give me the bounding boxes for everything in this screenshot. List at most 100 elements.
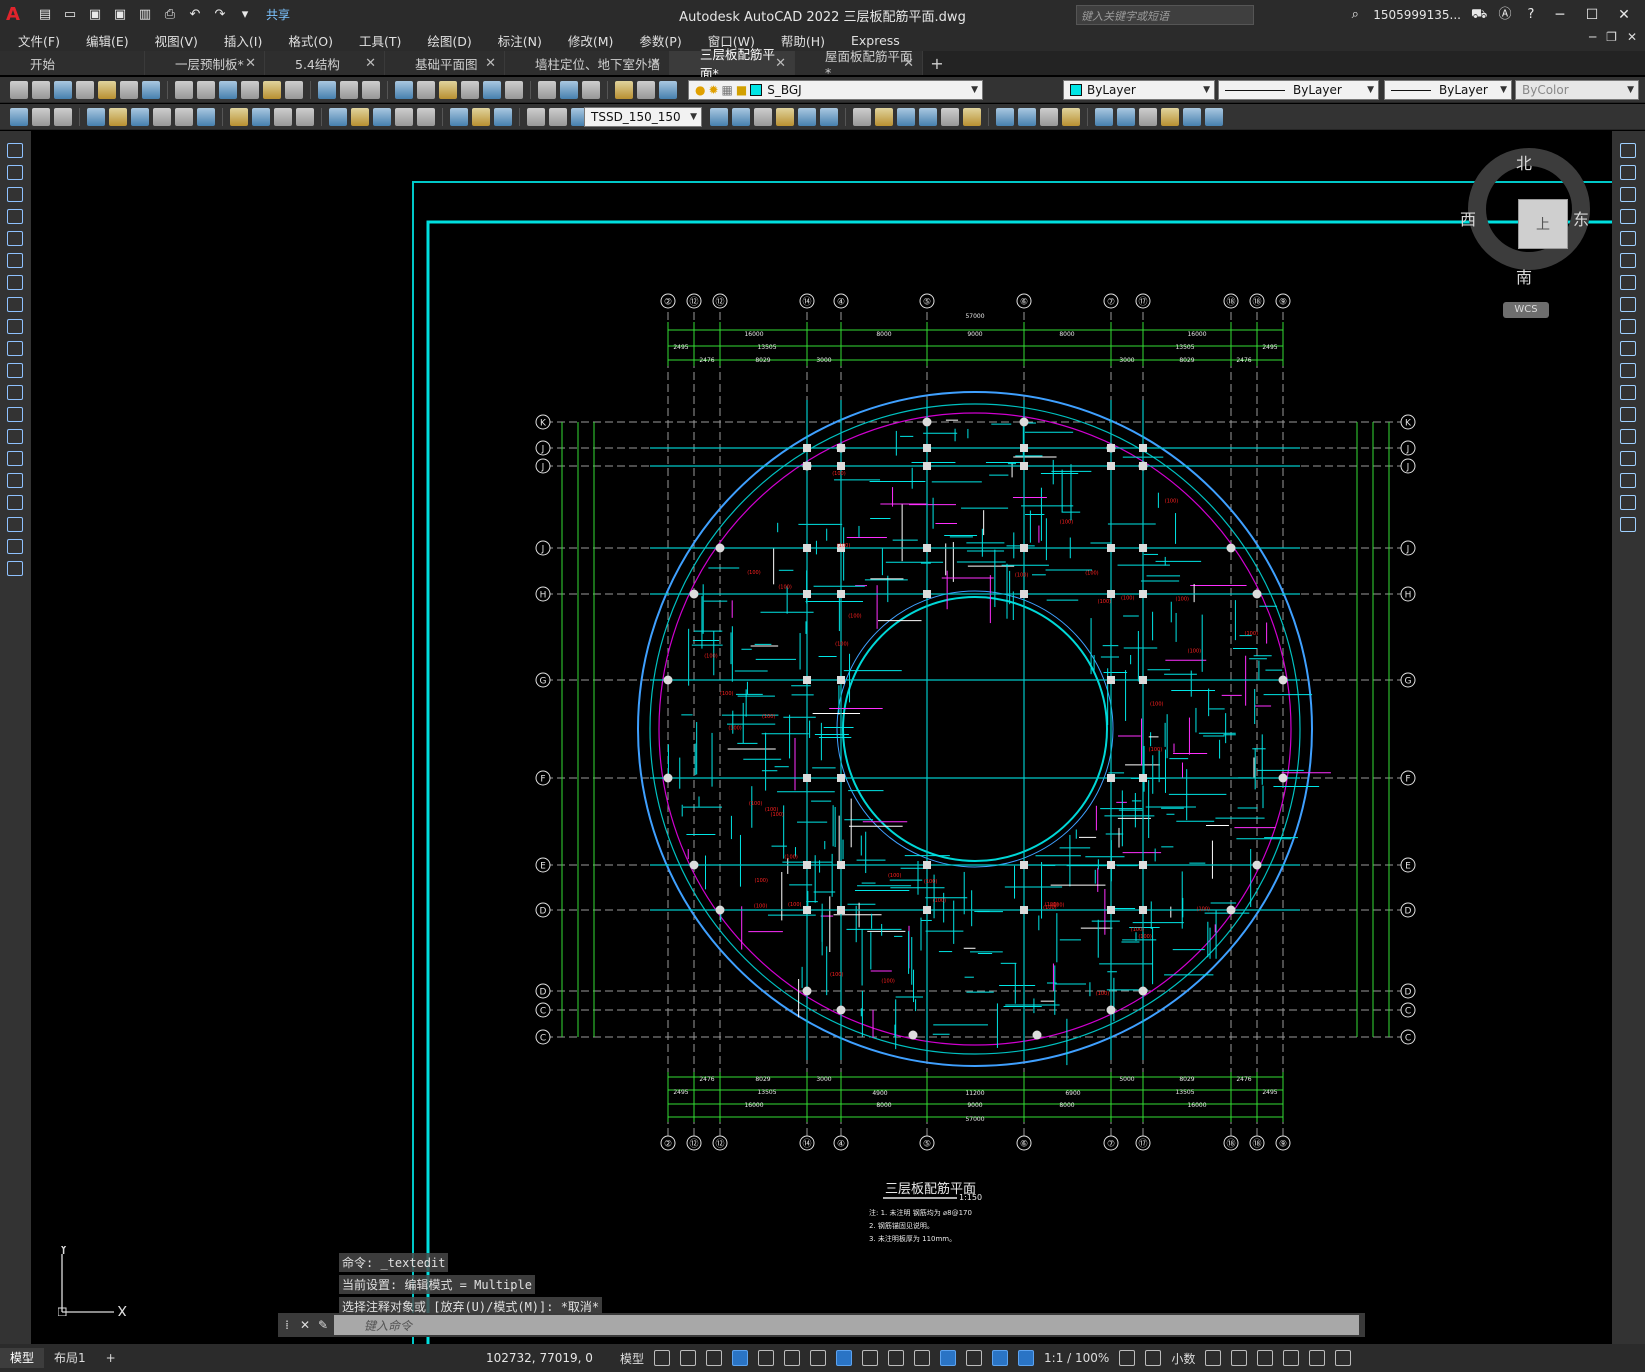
menu-item[interactable]: 帮助(H)	[781, 31, 825, 50]
tool-icon[interactable]	[1620, 517, 1636, 532]
tool-icon[interactable]	[1018, 108, 1036, 126]
tool-icon[interactable]	[7, 539, 23, 554]
plotstyle-dropdown[interactable]: ByColor ▼	[1515, 80, 1639, 100]
tool-icon[interactable]	[219, 81, 237, 99]
transparency-icon[interactable]	[888, 1350, 905, 1366]
tool-icon[interactable]	[472, 108, 490, 126]
open-file-icon[interactable]: ▭	[62, 7, 78, 23]
tool-icon[interactable]	[1095, 108, 1113, 126]
quick-properties-icon[interactable]	[1205, 1350, 1222, 1366]
tool-icon[interactable]	[7, 451, 23, 466]
grid-icon[interactable]	[654, 1350, 671, 1366]
tool-icon[interactable]	[54, 108, 72, 126]
tool-icon[interactable]	[941, 108, 959, 126]
tool-icon[interactable]	[175, 81, 193, 99]
3d-osnap-icon[interactable]	[940, 1350, 957, 1366]
tool-icon[interactable]	[820, 108, 838, 126]
tool-icon[interactable]	[919, 108, 937, 126]
tool-icon[interactable]	[109, 108, 127, 126]
coordinates-readout[interactable]: 102732, 77019, 0	[486, 1351, 593, 1365]
tool-icon[interactable]	[450, 108, 468, 126]
tool-icon[interactable]	[76, 81, 94, 99]
tool-icon[interactable]	[615, 81, 633, 99]
tool-icon[interactable]	[120, 81, 138, 99]
workspace-gear-icon[interactable]	[1119, 1350, 1136, 1366]
tool-icon[interactable]	[1205, 108, 1223, 126]
model-tab[interactable]: 模型	[0, 1348, 45, 1368]
tab-close-icon[interactable]: ✕	[775, 56, 786, 71]
tab-close-icon[interactable]: ✕	[485, 56, 496, 71]
tool-icon[interactable]	[776, 108, 794, 126]
tool-icon[interactable]	[230, 108, 248, 126]
layer-dropdown[interactable]: ● ✹ ▦ ■ S_BGJ ▼	[688, 80, 983, 100]
menu-item[interactable]: 标注(N)	[498, 31, 542, 50]
add-layout-icon[interactable]: +	[96, 1348, 126, 1368]
viewcube-south[interactable]: 南	[1516, 264, 1532, 288]
file-tab[interactable]: 墙柱定位、地下室外墙 ✕	[505, 51, 670, 75]
tool-icon[interactable]	[1161, 108, 1179, 126]
customization-icon[interactable]	[1335, 1350, 1352, 1366]
tool-icon[interactable]	[7, 385, 23, 400]
tool-icon[interactable]	[853, 108, 871, 126]
tool-icon[interactable]	[340, 81, 358, 99]
tool-icon[interactable]	[1620, 275, 1636, 290]
tool-icon[interactable]	[7, 209, 23, 224]
tool-icon[interactable]	[274, 108, 292, 126]
tool-icon[interactable]	[1620, 231, 1636, 246]
tool-icon[interactable]	[7, 231, 23, 246]
tool-icon[interactable]	[7, 275, 23, 290]
annotation-scale[interactable]: 1:1 / 100%	[1044, 1351, 1109, 1365]
isolate-objects-icon[interactable]	[1257, 1350, 1274, 1366]
customize-icon[interactable]: ✎	[314, 1318, 332, 1332]
tool-icon[interactable]	[875, 108, 893, 126]
tool-icon[interactable]	[505, 81, 523, 99]
plot-icon[interactable]: ⎙	[162, 7, 178, 23]
tool-icon[interactable]	[710, 108, 728, 126]
tool-icon[interactable]	[1620, 407, 1636, 422]
wcs-menu[interactable]: WCS	[1503, 302, 1549, 318]
drag-handle-icon[interactable]: ⁞	[278, 1318, 296, 1332]
viewcube-top-face[interactable]: 上	[1518, 199, 1568, 249]
tool-icon[interactable]	[1620, 451, 1636, 466]
tool-icon[interactable]	[263, 81, 281, 99]
tool-icon[interactable]	[7, 429, 23, 444]
file-tab[interactable]: 三层板配筋平面* ✕	[670, 47, 795, 81]
selection-cycling-icon[interactable]	[914, 1350, 931, 1366]
search-input[interactable]: 键入关键字或短语	[1076, 5, 1254, 25]
tool-icon[interactable]	[7, 297, 23, 312]
tool-icon[interactable]	[582, 81, 600, 99]
tool-icon[interactable]	[1620, 209, 1636, 224]
auto-scale-icon[interactable]	[1018, 1350, 1035, 1366]
autodesk-app-icon[interactable]: Ⓐ	[1497, 7, 1513, 23]
viewcube-north[interactable]: 北	[1516, 150, 1532, 174]
tool-icon[interactable]	[1117, 108, 1135, 126]
object-snap-tracking-icon[interactable]	[810, 1350, 827, 1366]
tool-icon[interactable]	[131, 108, 149, 126]
file-tab[interactable]: 5.4结构 ✕	[265, 51, 385, 75]
help-icon[interactable]: ?	[1523, 7, 1539, 23]
new-file-icon[interactable]: ▤	[37, 7, 53, 23]
linetype-dropdown[interactable]: ByLayer ▼	[1218, 80, 1379, 100]
tool-icon[interactable]	[7, 407, 23, 422]
tool-icon[interactable]	[1620, 363, 1636, 378]
redo-icon[interactable]: ↷	[212, 7, 228, 23]
tool-icon[interactable]	[1620, 385, 1636, 400]
tool-icon[interactable]	[1620, 495, 1636, 510]
tool-icon[interactable]	[10, 81, 28, 99]
tool-icon[interactable]	[87, 108, 105, 126]
customize-qat-icon[interactable]: ▾	[237, 7, 253, 23]
tool-icon[interactable]	[175, 108, 193, 126]
tool-icon[interactable]	[98, 81, 116, 99]
tab-close-icon[interactable]: ✕	[245, 56, 256, 71]
layout-tab[interactable]: 布局1	[44, 1348, 96, 1368]
tool-icon[interactable]	[897, 108, 915, 126]
tab-close-icon[interactable]: ✕	[650, 56, 661, 71]
tool-icon[interactable]	[1139, 108, 1157, 126]
tool-icon[interactable]	[1620, 165, 1636, 180]
minimize-icon[interactable]: ─	[1549, 7, 1571, 23]
tool-icon[interactable]	[153, 108, 171, 126]
tool-icon[interactable]	[798, 108, 816, 126]
user-account[interactable]: 1505999135...	[1373, 8, 1461, 22]
tool-icon[interactable]	[754, 108, 772, 126]
file-tab[interactable]: 基础平面图 ✕	[385, 51, 505, 75]
